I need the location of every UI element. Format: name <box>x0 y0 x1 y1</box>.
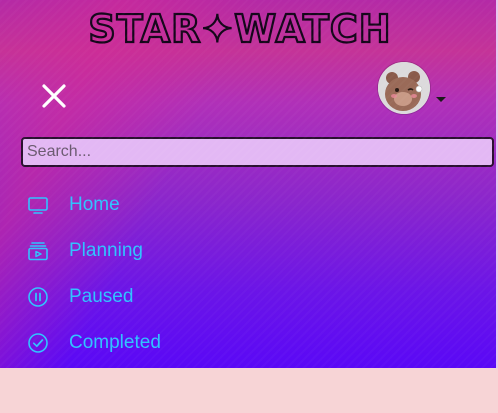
playlist-play-icon <box>28 242 48 261</box>
user-menu-toggle[interactable] <box>378 62 450 114</box>
close-icon <box>42 84 66 108</box>
nav-item-label: Home <box>69 194 120 215</box>
nav-item-paused[interactable]: Paused <box>26 274 161 320</box>
avatar <box>378 62 430 114</box>
search-input[interactable] <box>21 137 494 167</box>
nav-list: Home Planning Paused Completed <box>26 182 161 366</box>
check-circle-icon <box>28 333 48 353</box>
nav-item-planning[interactable]: Planning <box>26 228 161 274</box>
chevron-down-icon <box>436 97 446 102</box>
logo-text: STAR✦WATCH <box>88 7 391 50</box>
nav-item-home[interactable]: Home <box>26 182 161 228</box>
tv-icon <box>28 197 48 214</box>
bear-avatar-icon <box>378 62 430 114</box>
nav-item-label: Paused <box>69 286 134 307</box>
nav-item-label: Completed <box>69 332 161 353</box>
nav-item-label: Planning <box>69 240 143 261</box>
side-menu-panel: STAR✦WATCH Search... Home Planning Pause… <box>0 0 498 368</box>
nav-item-completed[interactable]: Completed <box>26 320 161 366</box>
pause-circle-icon <box>28 287 48 307</box>
star-watch-logo: STAR✦WATCH <box>87 6 391 50</box>
close-menu-button[interactable] <box>38 80 70 112</box>
